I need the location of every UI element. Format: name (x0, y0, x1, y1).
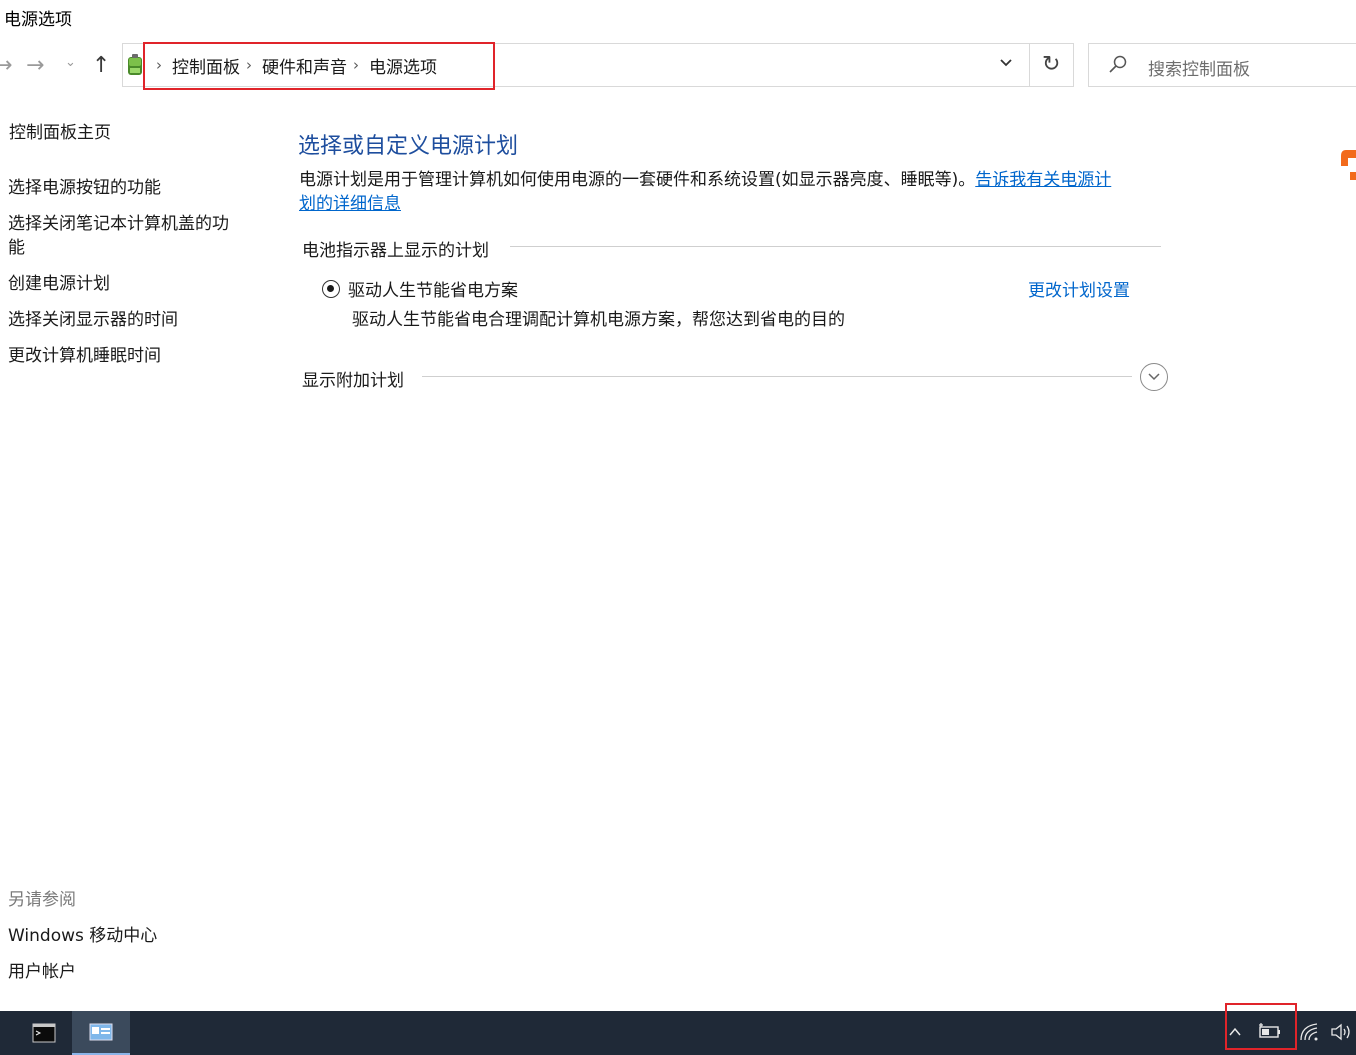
battery-plans-heading: 电池指示器上显示的计划 (302, 236, 497, 261)
plan-radio-selected[interactable] (322, 280, 340, 298)
app-logo-icon (1341, 150, 1356, 180)
address-divider (1029, 44, 1030, 86)
sidebar-link-lid-close-cont[interactable]: 能 (8, 233, 25, 258)
expand-chevron-icon[interactable] (1140, 363, 1168, 391)
sidebar-link-create-plan[interactable]: 创建电源计划 (8, 269, 110, 294)
learn-more-link-cont[interactable]: 划的详细信息 (299, 194, 401, 214)
learn-more-link[interactable]: 告诉我有关电源计 (975, 170, 1111, 190)
control-panel-icon (128, 54, 142, 75)
plan-name[interactable]: 驱动人生节能省电方案 (348, 276, 518, 301)
section-divider (510, 246, 1161, 247)
see-also-user-accounts[interactable]: 用户帐户 (8, 957, 76, 982)
change-plan-settings-link[interactable]: 更改计划设置 (1028, 276, 1130, 301)
search-input[interactable]: 搜索控制面板 (1148, 55, 1250, 80)
volume-icon[interactable] (1330, 1022, 1352, 1046)
forward-arrow-icon[interactable]: → (26, 55, 44, 77)
back-arrow-icon[interactable]: → (0, 55, 12, 77)
taskbar-control-panel-app[interactable] (72, 1011, 130, 1055)
section-divider (422, 376, 1132, 377)
window-title: 电源选项 (4, 10, 72, 30)
sidebar-link-lid-close[interactable]: 选择关闭笔记本计算机盖的功 (8, 209, 229, 234)
sidebar-link-power-button[interactable]: 选择电源按钮的功能 (8, 173, 161, 198)
recent-locations-chevron-icon[interactable]: ⌄ (65, 56, 76, 69)
sidebar-home-link[interactable]: 控制面板主页 (9, 118, 111, 143)
search-icon (1108, 54, 1128, 79)
page-title: 选择或自定义电源计划 (298, 134, 519, 159)
address-dropdown-chevron-icon[interactable] (998, 55, 1014, 75)
breadcrumb-highlight-box (143, 42, 495, 90)
tray-battery-highlight-box (1225, 1003, 1297, 1050)
command-prompt-icon (32, 1023, 56, 1043)
see-also-mobility-center[interactable]: Windows 移动中心 (8, 921, 157, 946)
taskbar (0, 1011, 1356, 1055)
up-arrow-icon[interactable]: ↑ (92, 55, 110, 77)
wifi-icon[interactable] (1299, 1022, 1321, 1046)
sidebar-link-sleep-time[interactable]: 更改计算机睡眠时间 (8, 341, 161, 366)
page-description: 电源计划是用于管理计算机如何使用电源的一套硬件和系统设置(如显示器亮度、睡眠等)… (299, 168, 1169, 216)
see-also-heading: 另请参阅 (8, 890, 76, 910)
taskbar-cmd-app[interactable] (15, 1011, 73, 1055)
sidebar-link-display-off[interactable]: 选择关闭显示器的时间 (8, 305, 178, 330)
refresh-icon[interactable]: ↻ (1042, 52, 1060, 77)
plan-description: 驱动人生节能省电合理调配计算机电源方案，帮您达到省电的目的 (352, 310, 845, 330)
description-text: 电源计划是用于管理计算机如何使用电源的一套硬件和系统设置(如显示器亮度、睡眠等)… (299, 170, 976, 190)
control-panel-taskbar-icon (89, 1023, 113, 1041)
show-additional-plans-heading[interactable]: 显示附加计划 (302, 366, 412, 391)
